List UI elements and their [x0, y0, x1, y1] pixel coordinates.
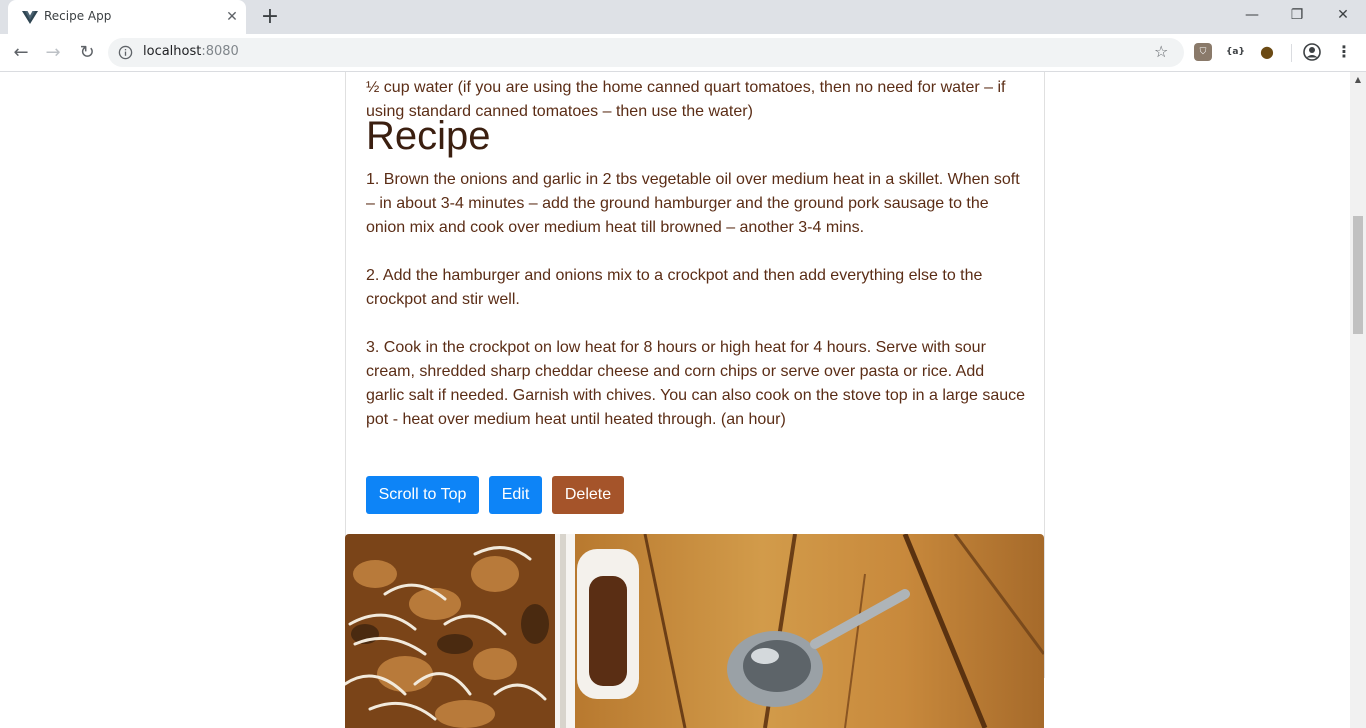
profile-icon[interactable] [1303, 43, 1321, 61]
close-window-icon[interactable]: ✕ [1320, 0, 1366, 30]
cookie-extension-icon[interactable]: ● [1258, 43, 1276, 61]
page-viewport: ½ cup water (if you are using the home c… [0, 72, 1350, 728]
forward-arrow-icon[interactable]: → [40, 40, 66, 66]
edit-button[interactable]: Edit [489, 476, 542, 514]
address-bar[interactable]: localhost:8080 ☆ [108, 38, 1184, 67]
toolbar-separator [1291, 44, 1292, 62]
scroll-up-arrow-icon[interactable]: ▲ [1350, 72, 1366, 88]
browser-tabstrip: Recipe App ✕ + — ❐ ✕ [0, 0, 1366, 34]
browser-tab[interactable]: Recipe App ✕ [8, 0, 246, 34]
url-text[interactable]: localhost:8080 [143, 44, 239, 59]
recipe-step: 3. Cook in the crockpot on low heat for … [366, 339, 1026, 428]
browser-toolbar: ← → ↻ localhost:8080 ☆ ⛉ {a} ● ⋮ [0, 34, 1366, 72]
scroll-to-top-button[interactable]: Scroll to Top [366, 476, 479, 514]
minimize-icon[interactable]: — [1229, 0, 1275, 30]
shield-extension-icon[interactable]: ⛉ [1194, 43, 1212, 61]
recipe-step: 1. Brown the onions and garlic in 2 tbs … [366, 171, 1020, 236]
close-tab-icon[interactable]: ✕ [224, 9, 240, 25]
restore-icon[interactable]: ❐ [1274, 0, 1320, 30]
info-icon [118, 45, 133, 60]
new-tab-button[interactable]: + [259, 6, 281, 28]
bookmark-star-icon[interactable]: ☆ [1154, 42, 1168, 61]
json-extension-icon[interactable]: {a} [1226, 43, 1245, 61]
recipe-photo [345, 534, 1044, 728]
scrollbar-thumb[interactable] [1353, 216, 1363, 334]
recipe-heading: Recipe [366, 114, 491, 158]
reload-icon[interactable]: ↻ [74, 40, 100, 66]
recipe-actions: Scroll to Top Edit Delete [366, 476, 1026, 514]
delete-button[interactable]: Delete [552, 476, 624, 514]
vue-logo-icon [22, 11, 38, 24]
recipe-step: 2. Add the hamburger and onions mix to a… [366, 267, 983, 308]
tab-title: Recipe App [44, 9, 112, 23]
url-port: :8080 [201, 44, 239, 59]
url-host: localhost [143, 44, 202, 59]
back-arrow-icon[interactable]: ← [8, 40, 34, 66]
page-scrollbar[interactable]: ▲ [1350, 72, 1366, 728]
menu-icon[interactable]: ⋮ [1335, 43, 1353, 61]
